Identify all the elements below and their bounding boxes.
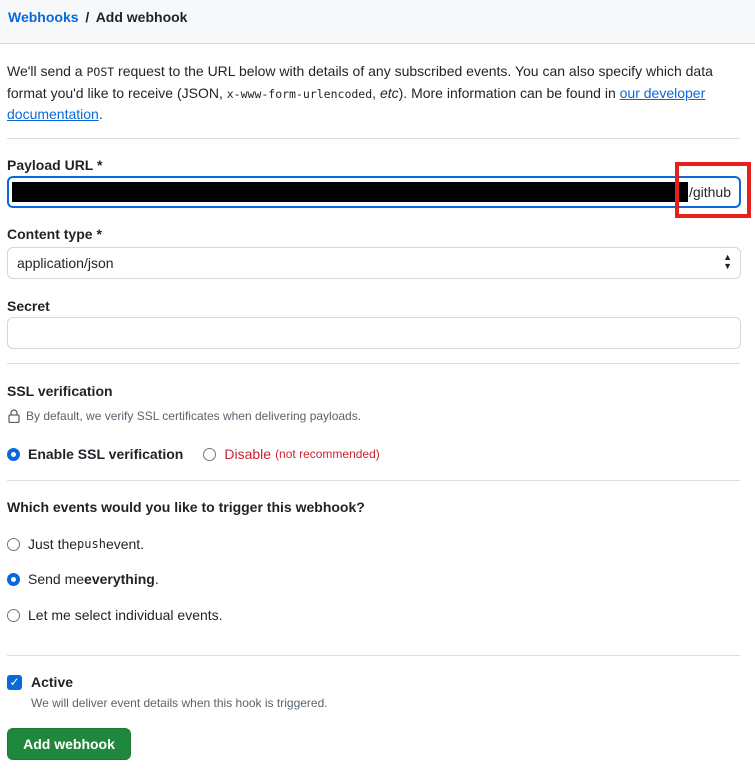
intro-code-post: POST <box>86 65 115 79</box>
lock-icon <box>8 409 20 423</box>
ssl-enable-label: Enable SSL verification <box>28 446 184 462</box>
ssl-enable-option[interactable]: Enable SSL verification Disable (not rec… <box>7 446 380 462</box>
events-option-everything[interactable]: Send me everything. <box>7 571 159 587</box>
events-everything-bold: everything <box>84 571 155 587</box>
breadcrumb: Webhooks / Add webhook <box>0 0 755 44</box>
active-checkbox[interactable]: ✓ <box>7 675 22 690</box>
ssl-note-row: By default, we verify SSL certificates w… <box>8 409 361 423</box>
divider <box>7 363 740 364</box>
payload-url-label: Payload URL * <box>7 157 103 173</box>
intro-code-format: x-www-form-urlencoded <box>226 86 373 101</box>
secret-label: Secret <box>7 298 50 314</box>
secret-input[interactable] <box>7 317 741 349</box>
intro-text: We'll send a POST request to the URL bel… <box>7 61 747 125</box>
active-label: Active <box>31 674 74 690</box>
checkmark-icon: ✓ <box>9 675 20 689</box>
intro-text-4: ). More information can be found in <box>398 84 620 101</box>
payload-url-input[interactable]: /github <box>7 176 741 208</box>
events-question: Which events would you like to trigger t… <box>7 499 365 515</box>
events-option-push[interactable]: Just the push event. <box>7 536 144 552</box>
events-everything-text-1: Send me <box>28 571 85 587</box>
ssl-note: By default, we verify SSL certificates w… <box>26 409 362 423</box>
active-description: We will deliver event details when this … <box>31 696 328 710</box>
events-individual-radio[interactable] <box>7 608 20 622</box>
page-title: Add webhook <box>95 9 188 25</box>
events-individual-label: Let me select individual events. <box>28 607 223 623</box>
divider <box>7 138 740 139</box>
divider <box>7 480 740 481</box>
intro-text-3: , <box>372 84 380 101</box>
events-everything-radio[interactable] <box>7 572 20 586</box>
content-type-label: Content type * <box>7 226 102 242</box>
select-arrows-icon: ▲ ▼ <box>723 252 732 271</box>
divider <box>7 655 740 656</box>
ssl-enable-radio[interactable] <box>7 447 20 461</box>
intro-text-1: We'll send a <box>7 63 87 79</box>
events-push-radio[interactable] <box>7 537 20 551</box>
breadcrumb-separator: / <box>85 9 90 25</box>
content-type-select[interactable]: application/json ▲ ▼ <box>7 247 741 279</box>
ssl-disable-label: Disable <box>224 446 272 462</box>
content-type-selected: application/json <box>17 255 114 271</box>
redacted-url <box>12 182 688 202</box>
events-push-text-1: Just the <box>28 536 78 552</box>
ssl-disable-radio[interactable] <box>203 447 217 461</box>
events-push-code: push <box>77 537 106 551</box>
events-everything-text-2: . <box>154 571 159 587</box>
add-webhook-button[interactable]: Add webhook <box>7 728 131 760</box>
intro-text-5: . <box>98 106 103 122</box>
events-option-individual[interactable]: Let me select individual events. <box>7 607 223 623</box>
events-push-text-2: event. <box>105 536 145 552</box>
breadcrumb-webhooks-link[interactable]: Webhooks <box>8 9 79 25</box>
intro-etc: etc <box>379 84 399 101</box>
annotation-highlight-box <box>675 162 751 218</box>
ssl-title: SSL verification <box>7 383 113 399</box>
ssl-disable-note: (not recommended) <box>275 447 380 461</box>
